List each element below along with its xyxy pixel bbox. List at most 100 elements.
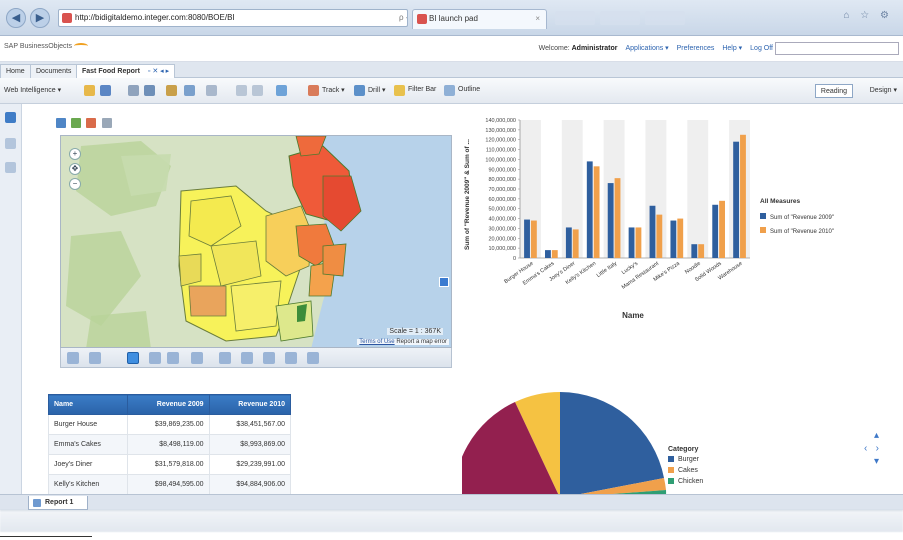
tab-home[interactable]: Home bbox=[0, 64, 31, 78]
find-icon[interactable] bbox=[144, 85, 155, 96]
browser-icons[interactable]: ⌂ ☆ ⚙ bbox=[843, 10, 893, 21]
column-header-revenue-2009[interactable]: Revenue 2009 bbox=[127, 394, 210, 415]
map-select-icon[interactable] bbox=[89, 352, 101, 364]
chart-bars bbox=[524, 134, 746, 258]
table-cell: Burger House bbox=[47, 414, 129, 435]
back-icon[interactable]: ◀ bbox=[6, 8, 26, 28]
navigation-map-icon[interactable] bbox=[5, 112, 16, 123]
legend-title: All Measures bbox=[760, 198, 800, 205]
open-icon[interactable] bbox=[84, 85, 95, 96]
map-help-icon[interactable] bbox=[285, 352, 297, 364]
column-header-name[interactable]: Name bbox=[47, 394, 129, 415]
map-settings-icon[interactable] bbox=[101, 118, 112, 128]
forward-icon[interactable]: ▶ bbox=[30, 8, 50, 28]
scroll-up-icon[interactable]: ▴ bbox=[874, 430, 879, 441]
pan-icon[interactable]: ✥ bbox=[69, 163, 81, 175]
terms-of-use-link[interactable]: Terms of Use bbox=[359, 339, 394, 345]
pie-slice[interactable] bbox=[560, 392, 664, 496]
print-icon[interactable] bbox=[128, 85, 139, 96]
layout-icon[interactable] bbox=[206, 85, 217, 96]
reading-mode-button[interactable]: Reading bbox=[814, 84, 853, 98]
close-tab-icon[interactable]: × bbox=[535, 10, 540, 28]
choropleth-map[interactable]: + ✥ − Scale = 1 : 367K Terms of Use Repo… bbox=[60, 135, 452, 348]
y-tick-label: 60,000,000 bbox=[488, 197, 516, 203]
legend-label-2010: Sum of "Revenue 2010" bbox=[770, 229, 834, 235]
outline-button[interactable]: Outline bbox=[458, 86, 480, 93]
map-layers-icon[interactable] bbox=[56, 118, 66, 128]
filter-bar-button[interactable]: Filter Bar bbox=[408, 86, 436, 93]
report-map-error-link[interactable]: Report a map error bbox=[396, 339, 447, 345]
bar-2010 bbox=[635, 227, 642, 258]
export-icon[interactable] bbox=[166, 85, 177, 96]
map-layer-icon[interactable] bbox=[67, 352, 79, 364]
help-menu[interactable]: Help ▾ bbox=[722, 45, 742, 52]
map-style-icon[interactable] bbox=[86, 118, 97, 128]
bar-2010 bbox=[593, 166, 600, 258]
map-scale: Scale = 1 : 367K bbox=[387, 328, 443, 335]
map-pan-tool-icon[interactable] bbox=[127, 352, 139, 364]
address-tools[interactable]: ρ - ≣ C ✕ bbox=[399, 10, 407, 26]
preferences-link[interactable]: Preferences bbox=[677, 45, 715, 52]
y-tick-label: 20,000,000 bbox=[488, 236, 516, 242]
browser-tab-bi-launch-pad[interactable]: BI launch pad × bbox=[412, 9, 547, 29]
redo-icon[interactable] bbox=[252, 85, 263, 96]
pie-legend-title: Category bbox=[668, 446, 699, 453]
background-tab[interactable] bbox=[600, 11, 640, 25]
y-tick-label: 50,000,000 bbox=[488, 207, 516, 213]
map-legend-icon[interactable] bbox=[71, 118, 82, 128]
column-header-revenue-2010[interactable]: Revenue 2010 bbox=[208, 394, 291, 415]
map-find-icon[interactable] bbox=[219, 352, 231, 364]
y-tick-label: 0 bbox=[513, 256, 516, 262]
legend-label-2009: Sum of "Revenue 2009" bbox=[770, 215, 834, 221]
bi-header: SAP BusinessObjects Welcome: Administrat… bbox=[0, 36, 903, 62]
undo-icon[interactable] bbox=[236, 85, 247, 96]
map-full-extent-icon[interactable] bbox=[241, 352, 253, 364]
map-print-icon[interactable] bbox=[307, 352, 319, 364]
applications-menu[interactable]: Applications ▾ bbox=[625, 45, 668, 52]
legend-swatch-2010 bbox=[760, 227, 766, 233]
legend-item-cakes: Cakes bbox=[668, 467, 703, 478]
header-search-input[interactable] bbox=[775, 42, 899, 55]
zoom-out-icon[interactable]: − bbox=[69, 178, 81, 190]
filter-bar-icon bbox=[394, 85, 405, 96]
tab-report-1[interactable]: Report 1 bbox=[28, 496, 88, 510]
scroll-down-icon[interactable]: ▾ bbox=[874, 456, 879, 467]
x-tick-label: Mama Restaurant bbox=[621, 260, 661, 290]
tab-fast-food-report[interactable]: Fast Food Report ▫ ✕ ◂ ▸ bbox=[76, 64, 176, 78]
map-measure-icon[interactable] bbox=[191, 352, 203, 364]
report-icon bbox=[33, 499, 41, 507]
web-intelligence-menu[interactable]: Web Intelligence ▾ bbox=[4, 86, 61, 94]
zoom-in-icon[interactable]: + bbox=[69, 148, 81, 160]
map-zoom-box-icon[interactable] bbox=[167, 352, 179, 364]
header-user-links: Welcome: Administrator Applications ▾ Pr… bbox=[539, 44, 773, 52]
site-favicon-icon bbox=[62, 13, 72, 23]
address-bar[interactable]: http://bidigitaldemo.integer.com:8080/BO… bbox=[58, 9, 408, 27]
drill-button[interactable]: Drill ▾ bbox=[368, 86, 386, 94]
save-icon[interactable] bbox=[100, 85, 111, 96]
input-controls-icon[interactable] bbox=[5, 138, 16, 149]
sap-businessobjects-logo: SAP BusinessObjects bbox=[4, 43, 88, 50]
bar-2010 bbox=[551, 250, 558, 258]
legend-swatch bbox=[668, 456, 674, 463]
divider bbox=[0, 536, 92, 537]
tab-actions-icon[interactable]: ▫ ✕ ◂ ▸ bbox=[148, 68, 169, 75]
x-tick-label: Little Italy bbox=[596, 261, 619, 279]
log-off-link[interactable]: Log Off bbox=[750, 45, 773, 52]
nav-left-right-icon[interactable]: ‹ › bbox=[864, 443, 879, 454]
view-data-icon[interactable] bbox=[184, 85, 195, 96]
background-tab[interactable] bbox=[555, 11, 595, 25]
y-tick-label: 10,000,000 bbox=[488, 246, 516, 252]
track-button[interactable]: Track ▾ bbox=[322, 86, 345, 94]
tab-documents[interactable]: Documents bbox=[30, 64, 78, 78]
map-expand-icon[interactable] bbox=[439, 277, 449, 287]
map-zoom-tool-icon[interactable] bbox=[149, 352, 161, 364]
table-row: Emma's Cakes $8,498,119.00 $8,993,869.00 bbox=[47, 434, 291, 455]
design-mode-button[interactable]: Design ▾ bbox=[870, 86, 897, 94]
refresh-icon[interactable] bbox=[276, 85, 287, 96]
bar-2009 bbox=[545, 250, 551, 258]
revenue-bar-chart: 0 10,000,000 20,000,000 30,000,000 40,000,00… bbox=[464, 118, 834, 320]
grid-band bbox=[687, 120, 709, 258]
available-objects-icon[interactable] bbox=[5, 162, 16, 173]
background-tab[interactable] bbox=[645, 11, 685, 25]
map-info-icon[interactable] bbox=[263, 352, 275, 364]
